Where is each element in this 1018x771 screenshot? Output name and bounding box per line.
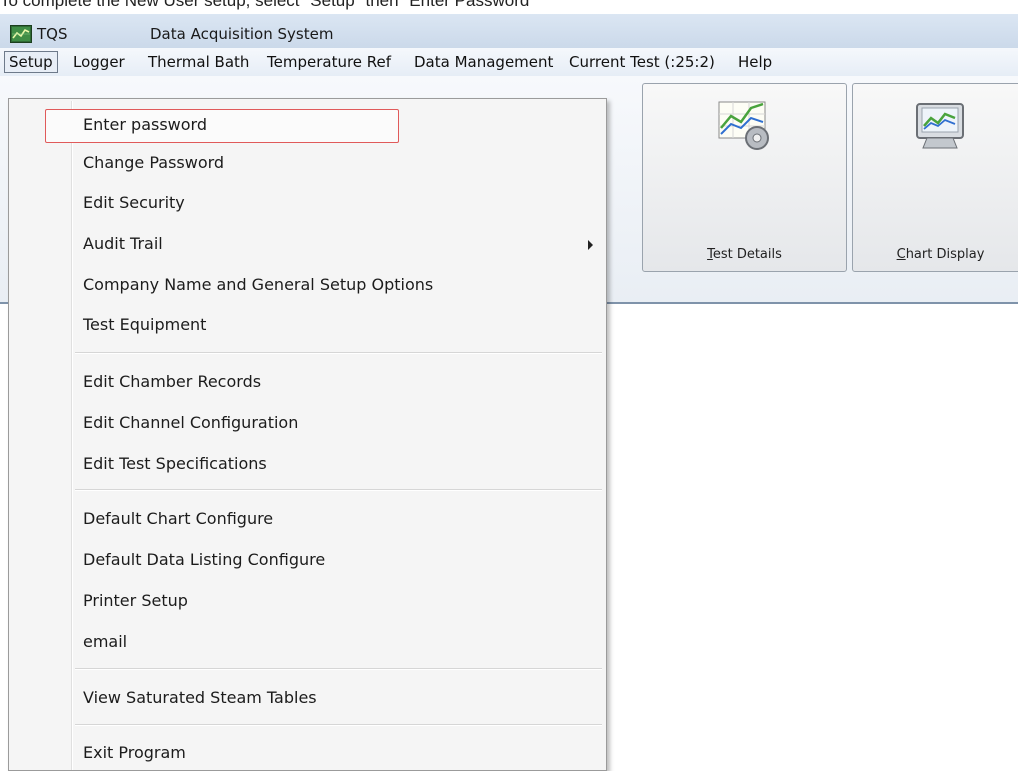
chart-display-button[interactable]: Chart Display	[852, 83, 1018, 272]
setup-dropdown-menu: Enter password Change Password Edit Secu…	[8, 98, 607, 771]
menu-separator	[75, 668, 602, 670]
menu-separator	[75, 489, 602, 491]
menu-item-edit-chamber-records[interactable]: Edit Chamber Records	[83, 368, 261, 396]
menu-item-company-name[interactable]: Company Name and General Setup Options	[83, 271, 433, 299]
menu-item-email[interactable]: email	[83, 628, 127, 656]
menu-separator	[75, 724, 602, 726]
test-details-label: Test Details	[707, 247, 782, 262]
window-title: Data Acquisition System	[150, 25, 334, 43]
chart-app-icon	[10, 25, 32, 43]
menu-item-printer-setup[interactable]: Printer Setup	[83, 587, 188, 615]
submenu-arrow-icon	[588, 240, 593, 250]
menu-thermal-bath[interactable]: Thermal Bath	[148, 52, 249, 72]
menu-item-default-data-listing-configure[interactable]: Default Data Listing Configure	[83, 546, 325, 574]
menu-item-edit-channel-configuration[interactable]: Edit Channel Configuration	[83, 409, 298, 437]
menu-separator	[75, 352, 602, 354]
test-details-button[interactable]: Test Details	[642, 83, 847, 272]
app-name: TQS	[37, 25, 68, 43]
instruction-text: To complete the New User setup, select "…	[0, 0, 536, 10]
menu-gutter	[71, 101, 73, 770]
menu-data-management[interactable]: Data Management	[414, 52, 553, 72]
menu-item-test-equipment[interactable]: Test Equipment	[83, 311, 206, 339]
menu-help[interactable]: Help	[738, 52, 772, 72]
menu-item-edit-test-specifications[interactable]: Edit Test Specifications	[83, 450, 267, 478]
monitor-chart-icon	[909, 98, 973, 156]
menu-temperature-ref[interactable]: Temperature Ref	[267, 52, 391, 72]
menu-item-edit-security[interactable]: Edit Security	[83, 189, 185, 217]
menu-bar: Setup Logger Thermal Bath Temperature Re…	[0, 48, 1018, 76]
menu-current-test[interactable]: Current Test (:25:2)	[569, 52, 715, 72]
chart-gear-icon	[713, 98, 777, 156]
menu-logger[interactable]: Logger	[73, 52, 125, 72]
menu-item-change-password[interactable]: Change Password	[83, 149, 224, 177]
menu-item-enter-password[interactable]: Enter password	[45, 109, 399, 143]
title-bar: TQS Data Acquisition System	[0, 14, 1018, 48]
menu-item-audit-trail[interactable]: Audit Trail	[83, 230, 163, 258]
menu-item-exit-program[interactable]: Exit Program	[83, 739, 186, 767]
menu-setup[interactable]: Setup	[4, 51, 58, 73]
menu-item-default-chart-configure[interactable]: Default Chart Configure	[83, 505, 273, 533]
chart-display-label: Chart Display	[896, 247, 985, 262]
menu-item-view-saturated-steam-tables[interactable]: View Saturated Steam Tables	[83, 684, 317, 712]
